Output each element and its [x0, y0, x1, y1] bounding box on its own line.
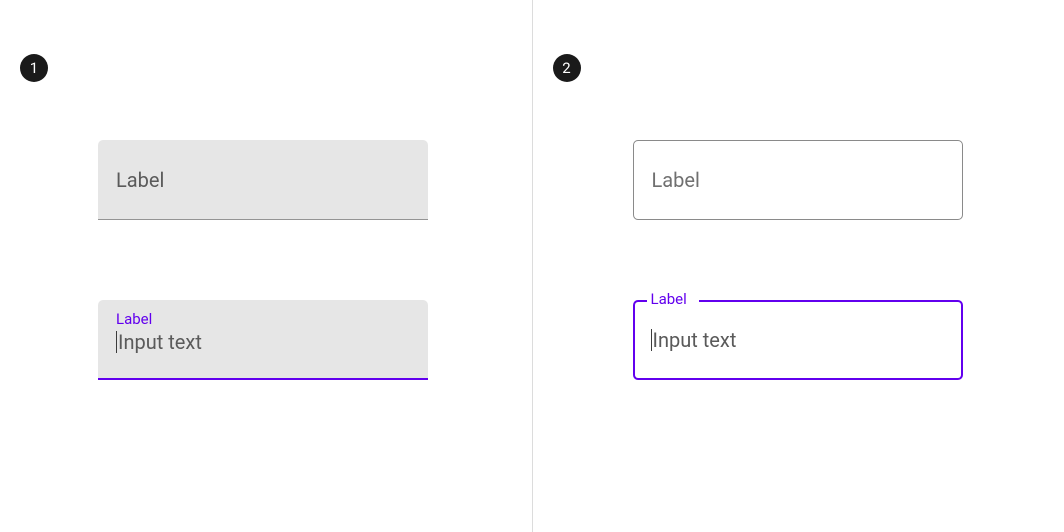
filled-text-field-active[interactable]: Label Input text [98, 300, 428, 380]
example-container: 1 Label Label Input text 2 Label [0, 0, 1064, 532]
filled-input-row: Input text [116, 330, 410, 354]
panel-outlined: 2 Label Label Input text [533, 0, 1064, 532]
example-number-badge: 1 [20, 54, 48, 82]
outlined-active-input-text: Input text [653, 328, 737, 352]
badge-number: 1 [30, 59, 38, 77]
filled-inactive-label: Label [116, 168, 164, 192]
text-cursor-icon [116, 331, 117, 353]
outlined-text-field-active[interactable]: Label Input text [633, 300, 963, 380]
filled-fields-group: Label Label Input text [98, 140, 428, 380]
outlined-input-area: Input text [633, 300, 963, 380]
filled-active-input-text: Input text [118, 330, 202, 354]
outlined-fields-group: Label Label Input text [633, 140, 963, 380]
outlined-inactive-label: Label [652, 168, 700, 192]
outlined-text-field-inactive[interactable]: Label [633, 140, 963, 220]
text-cursor-icon [651, 329, 652, 351]
example-number-badge: 2 [553, 54, 581, 82]
badge-number: 2 [562, 59, 570, 77]
filled-text-field-inactive[interactable]: Label [98, 140, 428, 220]
panel-filled: 1 Label Label Input text [0, 0, 533, 532]
filled-active-floating-label: Label [116, 310, 410, 328]
